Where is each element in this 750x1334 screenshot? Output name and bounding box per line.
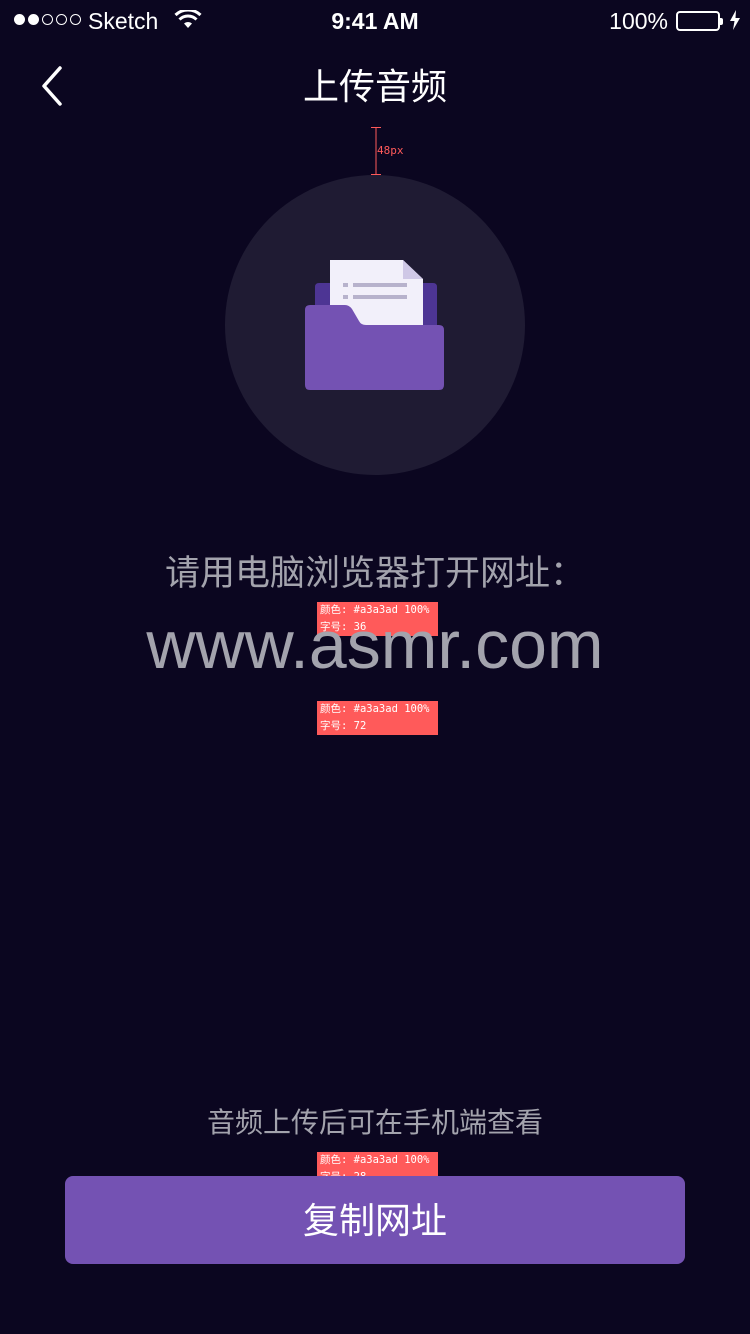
page-title: 上传音频 [302,67,447,108]
spec-note-size: 字号: 72 [320,720,367,732]
url-text: www.asmr.com [146,607,604,683]
spec-note-color: 颜色: #a3a3ad 100% [320,703,430,715]
spec-note-url: 颜色: #a3a3ad 100% 字号: 72 [317,701,438,735]
spec-note-color: 颜色: #a3a3ad 100% [320,1154,430,1166]
battery-percent: 100% [609,8,668,34]
instruction-text: 请用电脑浏览器打开网址： [164,554,585,594]
spacing-label: 48px [377,144,404,157]
hint-text: 音频上传后可在手机端查看 [206,1106,543,1139]
status-bar: Sketch 9:41 AM 100% [0,0,750,40]
battery-icon [676,11,723,31]
upload-illustration [225,175,525,475]
folder-document-icon [305,260,444,390]
copy-url-button[interactable]: 复制网址 [65,1176,685,1264]
charging-icon [730,10,740,34]
